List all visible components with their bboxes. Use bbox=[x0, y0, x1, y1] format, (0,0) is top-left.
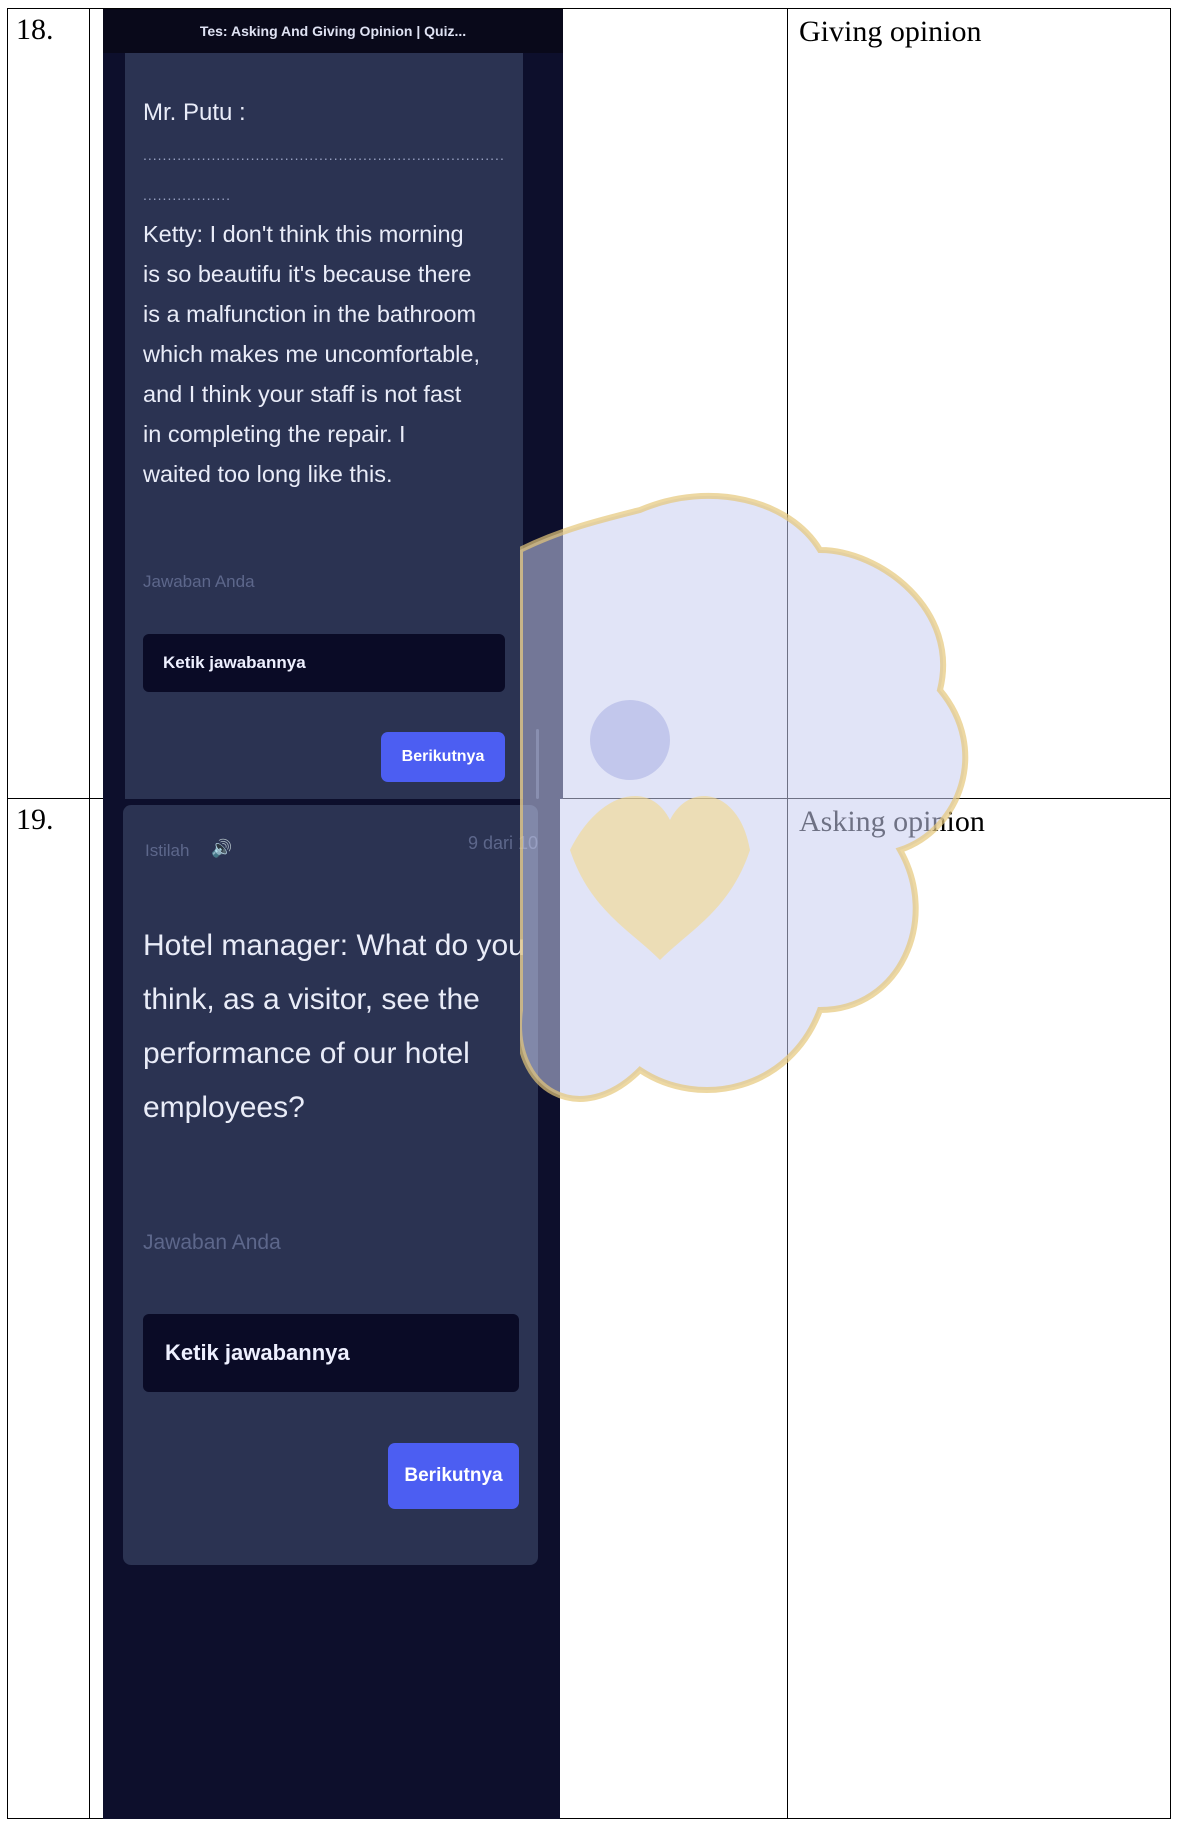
answer-input[interactable]: Ketik jawabannya bbox=[143, 1314, 519, 1392]
question-line: Hotel manager: What do you bbox=[143, 929, 525, 962]
question-line: and I think your staff is not fast bbox=[143, 381, 462, 407]
question-line: performance of our hotel bbox=[143, 1037, 470, 1070]
question-line: is so beautifu it's because there bbox=[143, 261, 472, 287]
question-line: which makes me uncomfortable, bbox=[143, 341, 480, 367]
question-line: employees? bbox=[143, 1091, 305, 1124]
speaker-label: Mr. Putu : bbox=[143, 99, 246, 126]
row-number-cell: 19. bbox=[7, 798, 90, 1819]
blank-line: .................. bbox=[143, 187, 232, 203]
answer-cell: Asking opinion bbox=[787, 798, 1171, 1819]
row-number: 19. bbox=[16, 803, 54, 836]
screenshot-cell: Tes: Asking And Giving Opinion | Quiz...… bbox=[89, 8, 788, 799]
screenshot-cell: Istilah 🔊 9 dari 10 Hotel manager: What … bbox=[89, 798, 788, 1819]
answer-input[interactable]: Ketik jawabannya bbox=[143, 634, 505, 692]
table-row: 18. Tes: Asking And Giving Opinion | Qui… bbox=[7, 8, 1171, 799]
row-number: 18. bbox=[16, 13, 54, 46]
answer-text: Giving opinion bbox=[799, 15, 982, 48]
blank-line: ........................................… bbox=[143, 147, 503, 163]
answer-table: 18. Tes: Asking And Giving Opinion | Qui… bbox=[7, 8, 1171, 1819]
progress-counter: 9 dari 10 bbox=[467, 833, 538, 853]
question-line: Ketty: I don't think this morning bbox=[143, 221, 464, 247]
question-text: Ketty: I don't think this morning is so … bbox=[143, 214, 523, 494]
answer-text: Asking opinion bbox=[799, 805, 985, 838]
row-number-cell: 18. bbox=[7, 8, 90, 799]
speaker-icon[interactable]: 🔊 bbox=[211, 839, 232, 859]
answer-cell: Giving opinion bbox=[787, 8, 1171, 799]
scrollbar[interactable] bbox=[536, 729, 539, 799]
next-button[interactable]: Berikutnya bbox=[381, 732, 505, 782]
answer-label: Jawaban Anda bbox=[143, 1231, 281, 1254]
quiz-title-bar: Tes: Asking And Giving Opinion | Quiz... bbox=[103, 9, 563, 53]
answer-label: Jawaban Anda bbox=[143, 572, 255, 591]
quiz-screenshot: Istilah 🔊 9 dari 10 Hotel manager: What … bbox=[103, 799, 560, 1819]
table-row: 19. Istilah 🔊 9 dari 10 Hotel manager: W… bbox=[7, 798, 1171, 1819]
question-line: in completing the repair. I bbox=[143, 421, 406, 447]
next-button[interactable]: Berikutnya bbox=[388, 1443, 519, 1509]
question-text: Hotel manager: What do you think, as a v… bbox=[143, 919, 533, 1135]
question-line: waited too long like this. bbox=[143, 461, 393, 487]
quiz-screenshot: Tes: Asking And Giving Opinion | Quiz...… bbox=[103, 9, 563, 799]
question-line: is a malfunction in the bathroom bbox=[143, 301, 477, 327]
term-label: Istilah bbox=[145, 841, 190, 860]
question-line: think, as a visitor, see the bbox=[143, 983, 480, 1016]
